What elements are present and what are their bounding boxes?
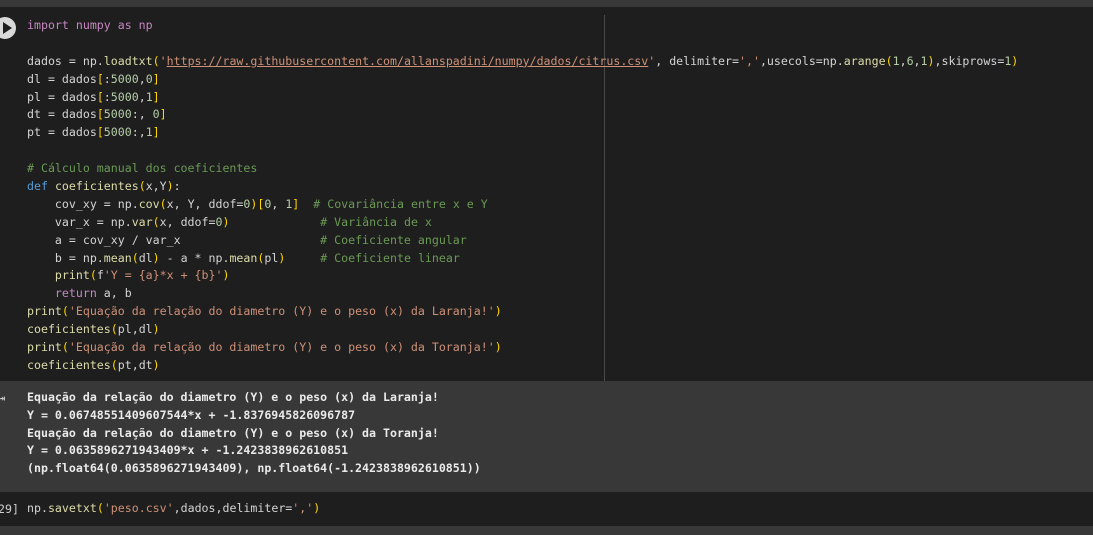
play-icon	[2, 22, 12, 34]
code-line: b = np.mean(dl) - a * np.mean(pl) # Coef…	[27, 250, 460, 265]
code-line: coeficientes(pt,dt)	[27, 357, 160, 372]
code-line: coeficientes(pl,dl)	[27, 322, 160, 337]
output-line: Y = 0.06748551409607544*x + -1.837694582…	[27, 407, 356, 422]
code-comment: # Cálculo manual dos coeficientes	[27, 161, 258, 176]
code-line: dados = np.loadtxt('https://raw.githubus…	[27, 53, 1019, 68]
notebook-top-strip	[0, 0, 1093, 7]
code-line: print('Equação da relação do diametro (Y…	[27, 340, 502, 355]
code-line: cov_xy = np.cov(x, Y, ddof=0)[0, 1] # Co…	[27, 196, 488, 211]
execution-count: 29]	[0, 502, 19, 516]
code-line: var_x = np.var(x, ddof=0) # Variância de…	[27, 214, 432, 229]
cell-output: ⇥ Equação da relação do diametro (Y) e o…	[0, 381, 1093, 491]
run-cell-button[interactable]	[0, 17, 16, 39]
notebook-bottom-strip	[0, 526, 1093, 535]
code-line: import numpy as np	[27, 18, 153, 32]
code-line: pt = dados[5000:,1]	[27, 125, 160, 140]
code-editor[interactable]: import numpy as np dados = np.loadtxt('h…	[27, 17, 1087, 375]
code-cell-1[interactable]: import numpy as np dados = np.loadtxt('h…	[0, 7, 1093, 381]
code-line: return a, b	[54, 286, 132, 301]
code-line: a = cov_xy / var_x # Coeficiente angular	[27, 232, 467, 247]
code-line: print('Equação da relação do diametro (Y…	[27, 304, 502, 319]
output-toggle-icon[interactable]: ⇥	[0, 391, 5, 405]
output-text: Equação da relação do diametro (Y) e o p…	[27, 389, 481, 478]
output-line: (np.float64(0.0635896271943409), np.floa…	[27, 461, 481, 476]
code-line: pl = dados[:5000,1]	[27, 89, 160, 104]
code-line: print(f'Y = {a}*x + {b}')	[54, 268, 230, 283]
code-line: dl = dados[:5000,0]	[27, 71, 160, 86]
code-cell-2[interactable]: 29] np.savetxt('peso.csv',dados,delimite…	[0, 492, 1093, 526]
output-line: Y = 0.0635896271943409*x + -1.2423838962…	[27, 443, 349, 458]
output-line: Equação da relação do diametro (Y) e o p…	[27, 425, 439, 440]
code-line[interactable]: np.savetxt('peso.csv',dados,delimiter=',…	[27, 501, 320, 515]
code-line: dt = dados[5000:, 0]	[27, 107, 167, 122]
code-line: def coeficientes(x,Y):	[27, 179, 181, 194]
output-line: Equação da relação do diametro (Y) e o p…	[27, 390, 439, 404]
